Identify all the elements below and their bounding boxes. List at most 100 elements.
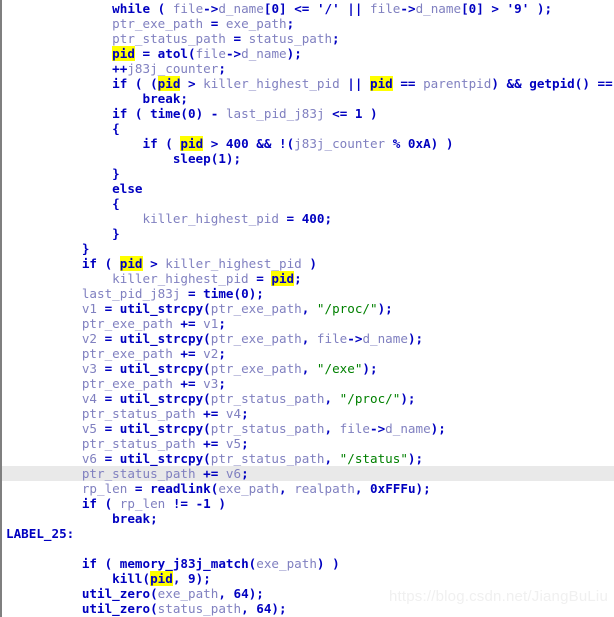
code-line[interactable]: v6 = util_strcpy(ptr_status_path, "/stat… [2, 451, 614, 466]
code-token: 1 [218, 151, 226, 166]
code-line[interactable]: v2 = util_strcpy(ptr_exe_path, file->d_n… [2, 331, 614, 346]
code-token: , [218, 586, 234, 601]
code-token: status_path [248, 31, 333, 46]
highlighted-token[interactable]: pid [119, 256, 143, 271]
code-line[interactable]: break; [2, 91, 614, 106]
code-token: killer_highest_pid [142, 211, 279, 226]
code-line[interactable]: if ( time(0) - last_pid_j83j <= 1 ) [2, 106, 614, 121]
code-line[interactable]: if ( memory_j83j_match(exe_path) ) [2, 556, 614, 571]
code-line[interactable]: pid = atol(file->d_name); [2, 46, 614, 61]
code-line[interactable]: if ( rp_len != -1 ) [2, 496, 614, 511]
code-line[interactable]: else [2, 181, 614, 196]
code-token: ); [407, 331, 424, 346]
highlighted-token[interactable]: pid [150, 571, 173, 586]
highlighted-token[interactable]: pid [180, 136, 204, 151]
code-token: ( [142, 571, 151, 586]
code-line[interactable]: ptr_status_path = status_path; [2, 31, 614, 46]
code-line[interactable]: if ( pid > killer_highest_pid ) [2, 256, 614, 271]
code-token: file [370, 1, 401, 16]
code-line[interactable]: { [2, 121, 614, 136]
code-line[interactable]: ptr_status_path += v4; [2, 406, 614, 421]
code-line[interactable] [2, 541, 614, 556]
code-token: ( [233, 286, 242, 301]
code-line[interactable]: } [2, 241, 614, 256]
code-token: += [195, 406, 226, 421]
highlighted-token[interactable]: pid [271, 271, 295, 286]
watermark-text: https://blog.csdn.net/JiangBuLiu [388, 588, 608, 605]
code-token: ); [225, 151, 242, 166]
code-line[interactable]: } [2, 226, 614, 241]
code-token: v3 [81, 361, 97, 376]
code-line[interactable]: ptr_status_path += v5; [2, 436, 614, 451]
code-token: kill [112, 571, 143, 586]
code-line[interactable]: v5 = util_strcpy(ptr_status_path, file->… [2, 421, 614, 436]
code-token: != [165, 496, 196, 511]
code-token: ); [195, 571, 211, 586]
code-token: () == [574, 76, 613, 91]
code-line[interactable]: kill(pid, 9); [2, 571, 614, 586]
code-line[interactable]: break; [2, 511, 614, 526]
code-line[interactable]: while ( file->d_name[0] <= '/' || file->… [2, 1, 614, 16]
code-token: { [112, 121, 120, 136]
code-line[interactable]: } [2, 166, 614, 181]
highlighted-token[interactable]: pid [112, 46, 135, 61]
code-token: = [278, 211, 302, 226]
code-token: else [112, 181, 143, 196]
code-line[interactable]: { [2, 196, 614, 211]
code-line[interactable]: v1 = util_strcpy(ptr_exe_path, "/proc/")… [2, 301, 614, 316]
code-token: util_strcpy [119, 451, 204, 466]
code-token: ( [203, 451, 211, 466]
code-token: ); [400, 391, 416, 406]
highlighted-token[interactable]: pid [370, 76, 393, 91]
code-line[interactable]: ++j83j_counter; [2, 61, 614, 76]
code-token: } [112, 226, 120, 241]
code-token: if [81, 256, 97, 271]
code-line[interactable]: killer_highest_pid = 400; [2, 211, 614, 226]
code-line[interactable]: LABEL_25: [2, 526, 614, 541]
code-token: file [339, 421, 370, 436]
code-token: ( [150, 601, 158, 616]
pseudocode-view[interactable]: while ( file->d_name[0] <= '/' || file->… [0, 0, 614, 617]
code-token: ) ) [316, 556, 340, 571]
code-token: ( [150, 1, 173, 16]
code-token: ); [248, 286, 264, 301]
code-token: LABEL_25: [6, 526, 75, 541]
code-line[interactable]: ptr_exe_path += v1; [2, 316, 614, 331]
code-token: rp_len [81, 481, 128, 496]
code-line[interactable]: if ( pid > 400 && !(j83j_counter % 0xA) … [2, 136, 614, 151]
code-line[interactable]: if ( (pid > killer_highest_pid || pid ==… [2, 76, 614, 91]
code-token: ( [180, 106, 189, 121]
code-listing[interactable]: while ( file->d_name[0] <= '/' || file->… [2, 0, 614, 617]
code-line[interactable]: v3 = util_strcpy(ptr_exe_path, "/exe"); [2, 361, 614, 376]
code-line[interactable]: v4 = util_strcpy(ptr_status_path, "/proc… [2, 391, 614, 406]
code-token: status_path [157, 601, 242, 616]
code-token: parentpid [423, 76, 492, 91]
code-token: += [195, 436, 226, 451]
code-token: ); [286, 46, 302, 61]
code-line[interactable]: ptr_exe_path += v3; [2, 376, 614, 391]
code-line[interactable]: ptr_exe_path = exe_path; [2, 16, 614, 31]
code-line[interactable]: ptr_exe_path += v2; [2, 346, 614, 361]
code-token: ptr_exe_path [210, 361, 302, 376]
highlighted-token[interactable]: pid [157, 76, 181, 91]
code-token: '9' [506, 1, 530, 16]
code-line[interactable]: killer_highest_pid = pid; [2, 271, 614, 286]
code-line[interactable]: sleep(1); [2, 151, 614, 166]
code-line[interactable]: last_pid_j83j = time(0); [2, 286, 614, 301]
code-line[interactable]: rp_len = readlink(exe_path, realpath, 0x… [2, 481, 614, 496]
code-line[interactable]: ptr_status_path += v6; [2, 466, 614, 481]
code-token: 400 [301, 211, 325, 226]
code-token: = [97, 421, 120, 436]
code-token: ; [218, 316, 226, 331]
code-token: ( [150, 586, 158, 601]
